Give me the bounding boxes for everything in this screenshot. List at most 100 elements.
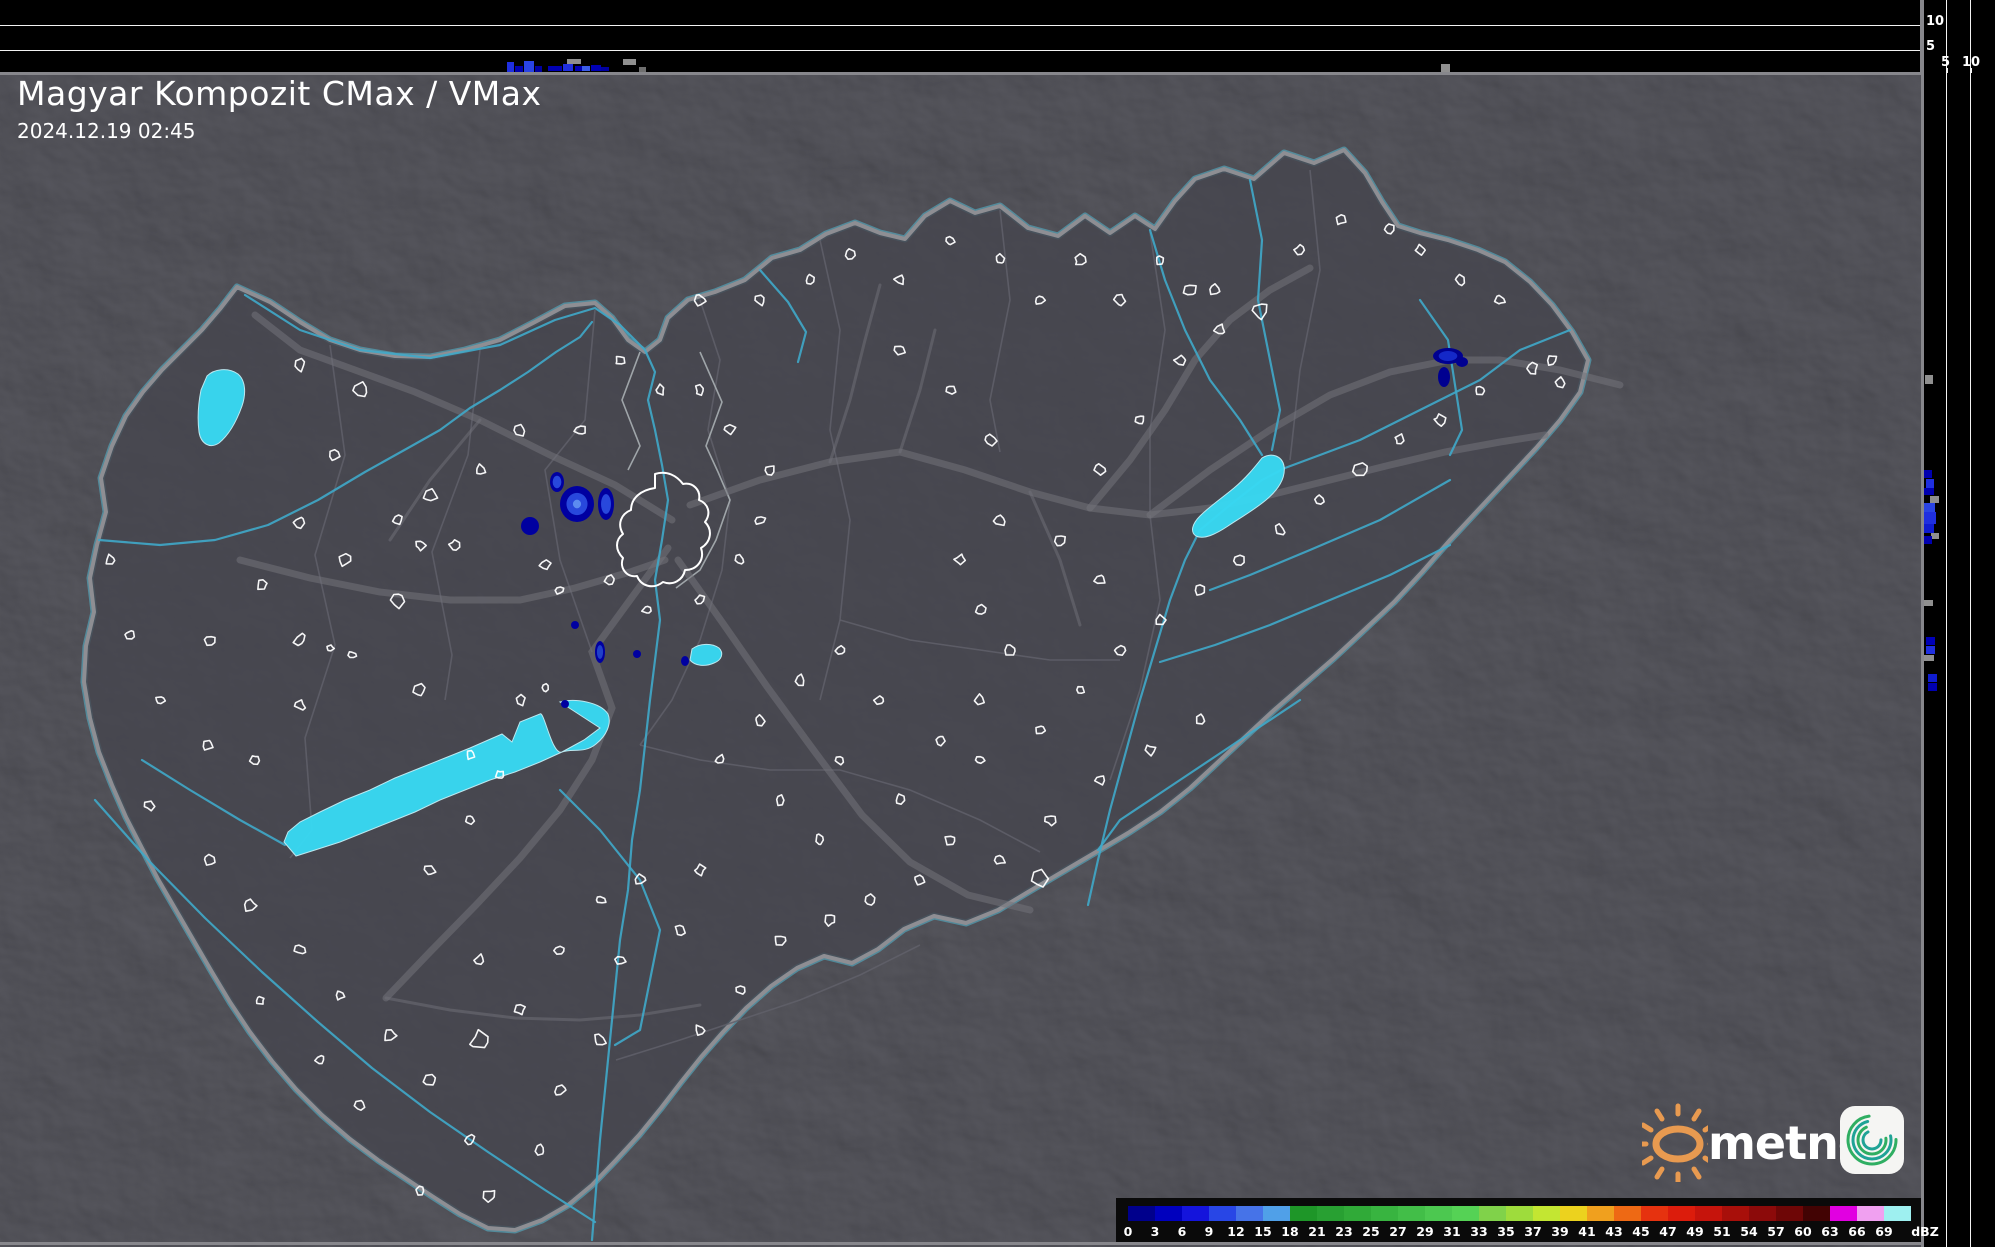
dbz-tick-label: 69 xyxy=(1875,1224,1893,1239)
hungary-radar-map xyxy=(0,75,1921,1247)
dbz-swatch xyxy=(1722,1206,1749,1221)
profile-echo-mark xyxy=(1926,637,1935,645)
profile-echo-mark xyxy=(1441,64,1450,72)
dbz-tick-label: 18 xyxy=(1281,1224,1299,1239)
profile-echo-mark xyxy=(507,62,514,72)
radar-echo xyxy=(571,621,579,629)
axis-tick-label: 10 xyxy=(1926,14,1945,29)
profile-echo-mark xyxy=(1925,375,1933,384)
profile-echo-mark xyxy=(524,61,534,72)
profile-echo-mark xyxy=(1928,674,1937,682)
dbz-tick-label: 43 xyxy=(1605,1224,1623,1239)
axis-tick-label: 5 xyxy=(1926,39,1936,54)
title-block: Magyar Kompozit CMax / VMax 2024.12.19 0… xyxy=(17,74,542,143)
dbz-swatch xyxy=(1506,1206,1533,1221)
dbz-tick-label: 63 xyxy=(1821,1224,1839,1239)
profile-echo-mark xyxy=(582,66,590,71)
radar-echo xyxy=(633,650,641,658)
spiral-icon xyxy=(1846,1114,1898,1166)
sun-icon xyxy=(1635,1103,1721,1185)
dbz-swatch xyxy=(1614,1206,1641,1221)
profile-echo-mark xyxy=(1924,524,1934,533)
radar-echo xyxy=(596,645,604,659)
dbz-swatch xyxy=(1560,1206,1587,1221)
radar-echo xyxy=(601,494,611,514)
top-profile-gridline-10km xyxy=(0,25,1921,26)
dbz-swatch xyxy=(1425,1206,1452,1221)
dbz-swatch xyxy=(1398,1206,1425,1221)
radar-echo xyxy=(1456,357,1468,367)
radar-echo xyxy=(561,700,569,708)
axis-tick xyxy=(1970,68,1972,73)
dbz-swatch xyxy=(1209,1206,1236,1221)
dbz-tick-label: 51 xyxy=(1713,1224,1731,1239)
dbz-tick-label: 54 xyxy=(1740,1224,1758,1239)
dbz-swatch xyxy=(1290,1206,1317,1221)
dbz-swatch xyxy=(1452,1206,1479,1221)
radar-echo xyxy=(552,475,562,489)
profile-echo-mark xyxy=(1924,655,1934,661)
dbz-unit-label: dBZ xyxy=(1911,1224,1939,1239)
right-profile-gridline xyxy=(1946,0,1947,1247)
profile-echo-mark xyxy=(1924,512,1936,524)
profile-echo-mark xyxy=(601,67,609,71)
dbz-tick-label: 25 xyxy=(1362,1224,1380,1239)
dbz-swatch xyxy=(1371,1206,1398,1221)
right-height-profile-strip xyxy=(1924,0,1995,1247)
profile-echo-mark xyxy=(1926,646,1935,654)
profile-echo-mark xyxy=(1928,683,1937,691)
metnet-logo: metnet xyxy=(1635,1102,1912,1185)
top-profile-gridline-5km xyxy=(0,50,1921,51)
profile-echo-mark xyxy=(1924,600,1933,606)
dbz-swatch xyxy=(1263,1206,1290,1221)
map-bottom-border xyxy=(0,1242,1921,1245)
dbz-tick-label: 49 xyxy=(1686,1224,1704,1239)
profile-echo-mark xyxy=(1924,488,1934,495)
metnet-app-icon xyxy=(1840,1106,1904,1174)
profile-echo-mark xyxy=(1926,479,1934,488)
dbz-swatch xyxy=(1155,1206,1182,1221)
dbz-tick-label: 47 xyxy=(1659,1224,1677,1239)
dbz-swatch xyxy=(1344,1206,1371,1221)
dbz-tick-label: 6 xyxy=(1177,1224,1187,1239)
dbz-tick-label: 66 xyxy=(1848,1224,1866,1239)
dbz-color-scale: 0 3 6 9 12 15 18 21 23 25 27 29 31 33 35 37 39 41 43 45 47 49… xyxy=(1116,1198,1939,1242)
profile-echo-mark xyxy=(1930,496,1939,503)
profile-echo-mark xyxy=(1924,536,1932,544)
dbz-swatch xyxy=(1884,1206,1911,1221)
dbz-swatch xyxy=(1587,1206,1614,1221)
dbz-swatch xyxy=(1695,1206,1722,1221)
dbz-tick-label: 31 xyxy=(1443,1224,1461,1239)
radar-composite-screen: 10 5 5 1 0 Magyar Kompozit CMax / VMax 20… xyxy=(0,0,1995,1247)
right-profile-gridline xyxy=(1970,0,1971,1247)
radar-echo xyxy=(521,517,539,535)
dbz-tick-label: 21 xyxy=(1308,1224,1326,1239)
dbz-tick-label: 57 xyxy=(1767,1224,1785,1239)
dbz-tick-label: 41 xyxy=(1578,1224,1596,1239)
profile-echo-mark xyxy=(1924,503,1935,512)
dbz-swatch xyxy=(1479,1206,1506,1221)
dbz-swatch xyxy=(1776,1206,1803,1221)
dbz-tick-label: 15 xyxy=(1254,1224,1272,1239)
dbz-tick-label: 0 xyxy=(1123,1224,1133,1239)
dbz-tick-label: 39 xyxy=(1551,1224,1569,1239)
profile-echo-mark xyxy=(591,65,601,71)
dbz-tick-label: 23 xyxy=(1335,1224,1353,1239)
dbz-swatch xyxy=(1128,1206,1155,1221)
dbz-swatch xyxy=(1668,1206,1695,1221)
timestamp: 2024.12.19 02:45 xyxy=(17,119,196,143)
dbz-tick-label: 35 xyxy=(1497,1224,1515,1239)
dbz-tick-label: 3 xyxy=(1150,1224,1160,1239)
profile-echo-mark xyxy=(567,59,581,64)
profile-echo-mark xyxy=(1924,470,1932,478)
dbz-swatch xyxy=(1533,1206,1560,1221)
dbz-tick-label: 37 xyxy=(1524,1224,1542,1239)
dbz-swatch xyxy=(1641,1206,1668,1221)
dbz-tick-label: 60 xyxy=(1794,1224,1812,1239)
profile-echo-mark xyxy=(548,66,562,71)
page-title: Magyar Kompozit CMax / VMax xyxy=(17,74,542,113)
dbz-swatch xyxy=(1317,1206,1344,1221)
axis-tick xyxy=(1946,68,1948,73)
dbz-tick-label: 29 xyxy=(1416,1224,1434,1239)
dbz-tick-label: 9 xyxy=(1204,1224,1214,1239)
